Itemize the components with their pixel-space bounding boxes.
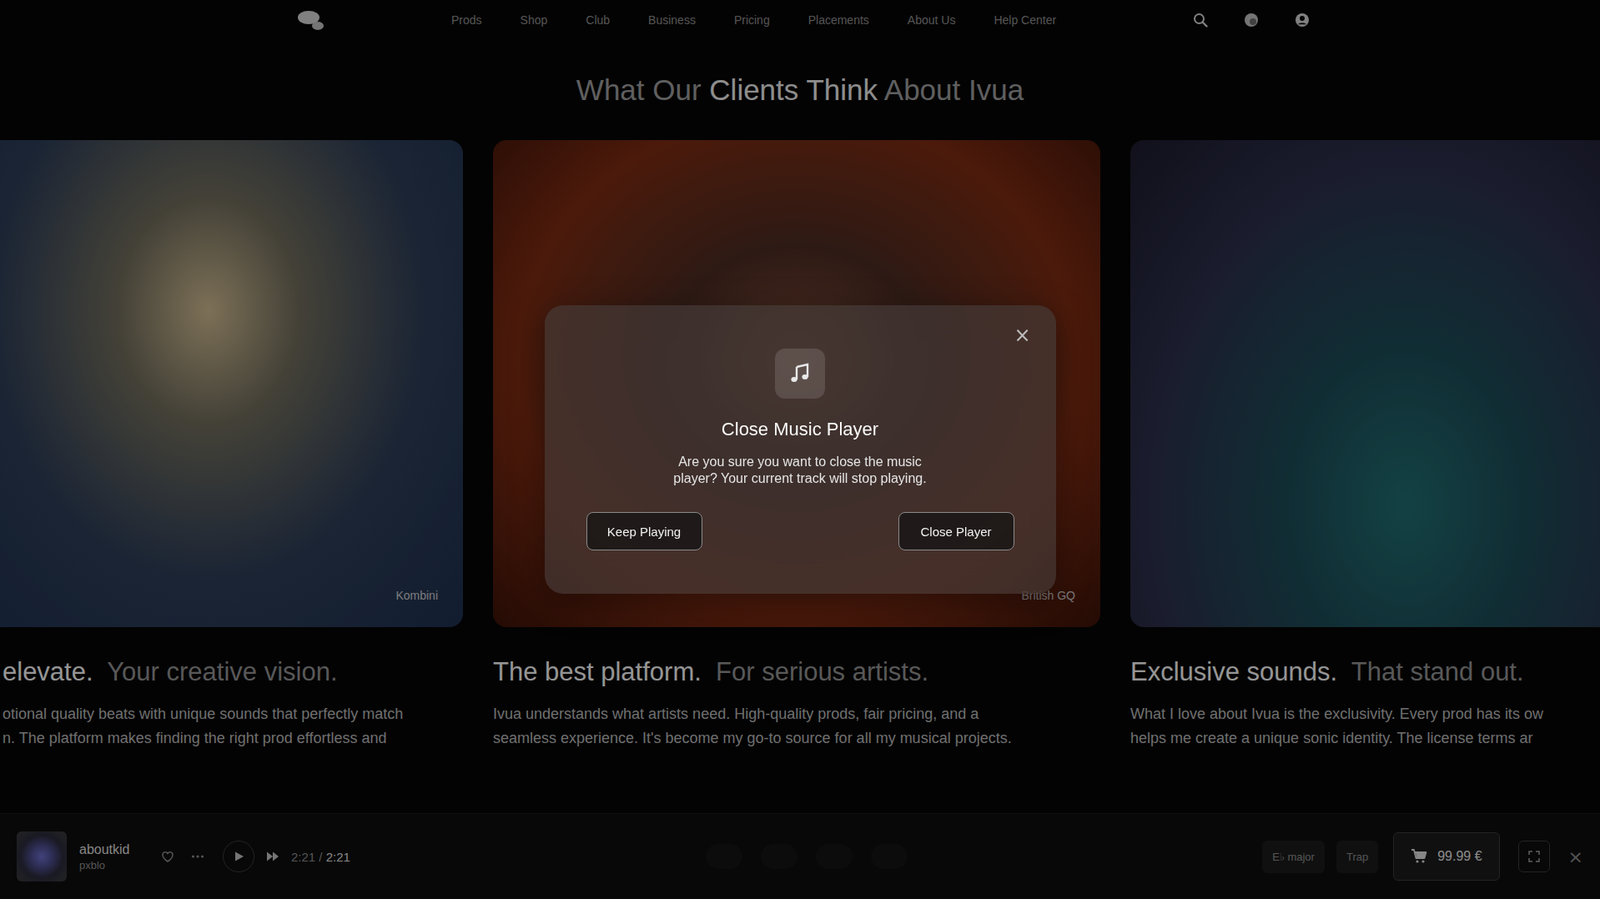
music-badge — [774, 348, 826, 399]
dialog-close-button[interactable]: × — [1013, 323, 1031, 348]
dialog-message: Are you sure you want to close the music… — [662, 453, 938, 488]
music-note-icon — [789, 362, 811, 385]
dialog-title: Close Music Player — [721, 418, 879, 441]
confirm-dialog: × Close Music Player Are you sure you want… — [544, 305, 1057, 594]
modal-backdrop[interactable]: × Close Music Player Are you sure you want… — [0, 0, 1600, 899]
dialog-buttons: Keep Playing Close Player — [586, 512, 1015, 551]
keep-playing-button[interactable]: Keep Playing — [586, 512, 703, 551]
close-player-button[interactable]: Close Player — [898, 512, 1015, 551]
